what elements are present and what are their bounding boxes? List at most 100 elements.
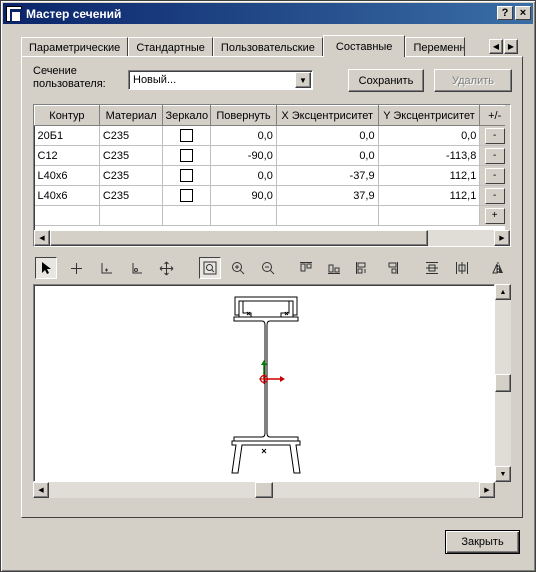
delete-button[interactable]: Удалить	[434, 69, 512, 92]
remove-row-button[interactable]: -	[484, 187, 505, 204]
section-select-value: Новый...	[133, 74, 177, 86]
table-row[interactable]: L40x6 C235 0,0 -37,9 112,1 -	[34, 165, 510, 186]
cell-x-ecc[interactable]: -37,9	[276, 165, 379, 186]
remove-row-button[interactable]: -	[484, 127, 505, 144]
cell-y-ecc[interactable]: 112,1	[378, 185, 481, 206]
col-contour[interactable]: Контур	[34, 105, 100, 126]
table-hscrollbar[interactable]: ◀ ▶	[34, 230, 510, 246]
tab-scroll-right-icon[interactable]: ▶	[504, 39, 518, 54]
section-select[interactable]: Новый... ▼	[128, 70, 313, 90]
cell-mirror	[162, 145, 212, 166]
select-arrow-icon[interactable]	[35, 257, 57, 279]
align-top-icon[interactable]	[295, 257, 317, 279]
cell-contour[interactable]: L40x6	[34, 185, 100, 206]
cell-y-ecc[interactable]: 0,0	[378, 125, 481, 146]
cell-x-ecc[interactable]: 37,9	[276, 185, 379, 206]
cell-material[interactable]: C235	[99, 145, 164, 166]
cell-material[interactable]: C235	[99, 125, 164, 146]
cell-empty[interactable]	[99, 205, 164, 226]
cell-empty[interactable]	[378, 205, 481, 226]
scroll-left-icon[interactable]: ◀	[33, 482, 49, 498]
center-horizontal-icon[interactable]	[451, 257, 473, 279]
pan-icon[interactable]	[155, 257, 177, 279]
cell-rotate[interactable]: 90,0	[210, 185, 277, 206]
mirror-icon[interactable]	[487, 257, 509, 279]
scroll-down-icon[interactable]: ▼	[495, 466, 511, 482]
cell-rotate[interactable]: -90,0	[210, 145, 277, 166]
app-icon	[6, 5, 22, 23]
remove-row-button[interactable]: -	[484, 167, 505, 184]
cell-mirror	[162, 185, 212, 206]
scroll-right-icon[interactable]: ▶	[479, 482, 495, 498]
cell-x-ecc[interactable]: 0,0	[276, 145, 379, 166]
cell-rotate[interactable]: 0,0	[210, 165, 277, 186]
cell-mirror	[162, 125, 212, 146]
col-material[interactable]: Материал	[98, 105, 164, 126]
cell-y-ecc[interactable]: -113,8	[378, 145, 481, 166]
col-rotate[interactable]: Повернуть	[210, 105, 277, 126]
table-row-new[interactable]: +	[34, 205, 510, 226]
section-label: Сечение пользователя:	[33, 65, 106, 90]
cell-material[interactable]: C235	[99, 165, 164, 186]
cell-empty[interactable]	[34, 205, 100, 226]
tab-variable[interactable]: Переменн	[405, 37, 466, 57]
tab-strip: Параметрические Стандартные Пользователь…	[21, 35, 466, 57]
table-gutter	[505, 105, 510, 230]
cell-rotate[interactable]: 0,0	[210, 125, 277, 146]
canvas-vscrollbar[interactable]: ▲ ▼	[495, 284, 511, 482]
chevron-down-icon[interactable]: ▼	[295, 72, 311, 88]
help-button[interactable]: ?	[497, 6, 513, 20]
section-wizard-window: Мастер сечений ? × Параметрические Станд…	[0, 0, 536, 572]
axes-alt-icon[interactable]	[125, 257, 147, 279]
scroll-right-icon[interactable]: ▶	[494, 230, 510, 246]
table-row[interactable]: C12 C235 -90,0 0,0 -113,8 -	[34, 145, 510, 166]
zoom-out-icon[interactable]	[257, 257, 279, 279]
zoom-in-icon[interactable]	[227, 257, 249, 279]
col-x-ecc[interactable]: X Эксцентриситет	[275, 105, 379, 126]
mirror-checkbox[interactable]	[180, 189, 194, 202]
cell-empty[interactable]	[276, 205, 379, 226]
table-row[interactable]: 20Б1 C235 0,0 0,0 0,0 -	[34, 125, 510, 146]
align-right-icon[interactable]	[381, 257, 403, 279]
col-y-ecc[interactable]: Y Эксцентриситет	[377, 105, 481, 126]
cell-contour[interactable]: L40x6	[34, 165, 100, 186]
save-button[interactable]: Сохранить	[348, 69, 424, 92]
cell-contour[interactable]: 20Б1	[34, 125, 100, 146]
align-left-icon[interactable]	[351, 257, 373, 279]
scroll-thumb[interactable]	[255, 482, 273, 498]
remove-row-button[interactable]: -	[484, 147, 505, 164]
scroll-thumb[interactable]	[495, 374, 511, 392]
scroll-up-icon[interactable]: ▲	[495, 284, 511, 300]
title-bar[interactable]: Мастер сечений ? ×	[3, 3, 533, 24]
table-row[interactable]: L40x6 C235 90,0 37,9 112,1 -	[34, 185, 510, 206]
align-bottom-icon[interactable]	[323, 257, 345, 279]
cell-x-ecc[interactable]: 0,0	[276, 125, 379, 146]
mirror-checkbox[interactable]	[180, 169, 194, 182]
crosshair-icon[interactable]	[65, 257, 87, 279]
tab-scroll-left-icon[interactable]: ◀	[489, 39, 503, 54]
canvas-hscrollbar[interactable]: ◀ ▶	[33, 482, 495, 498]
cell-y-ecc[interactable]: 112,1	[378, 165, 481, 186]
close-button[interactable]: Закрыть	[445, 530, 520, 554]
add-row-button[interactable]: +	[484, 207, 505, 224]
tab-standard[interactable]: Стандартные	[128, 37, 213, 57]
cell-mirror	[162, 165, 212, 186]
col-mirror[interactable]: Зеркало	[162, 105, 212, 126]
zoom-fit-icon[interactable]	[199, 257, 221, 279]
section-preview-canvas[interactable]	[33, 284, 495, 482]
tab-parametric[interactable]: Параметрические	[21, 37, 129, 57]
mirror-checkbox[interactable]	[180, 149, 194, 162]
cell-empty[interactable]	[210, 205, 277, 226]
tab-composite[interactable]: Составные	[322, 35, 406, 57]
cell-empty[interactable]	[162, 205, 212, 226]
close-window-button[interactable]: ×	[515, 6, 531, 20]
tab-user[interactable]: Пользовательские	[212, 37, 323, 57]
cell-contour[interactable]: C12	[34, 145, 100, 166]
table-header: Контур Материал Зеркало Повернуть X Эксц…	[34, 105, 510, 126]
scroll-thumb[interactable]	[50, 230, 428, 246]
scroll-left-icon[interactable]: ◀	[34, 230, 50, 246]
mirror-checkbox[interactable]	[180, 129, 194, 142]
cell-material[interactable]: C235	[99, 185, 164, 206]
center-vertical-icon[interactable]	[421, 257, 443, 279]
origin-axes-icon[interactable]	[95, 257, 117, 279]
